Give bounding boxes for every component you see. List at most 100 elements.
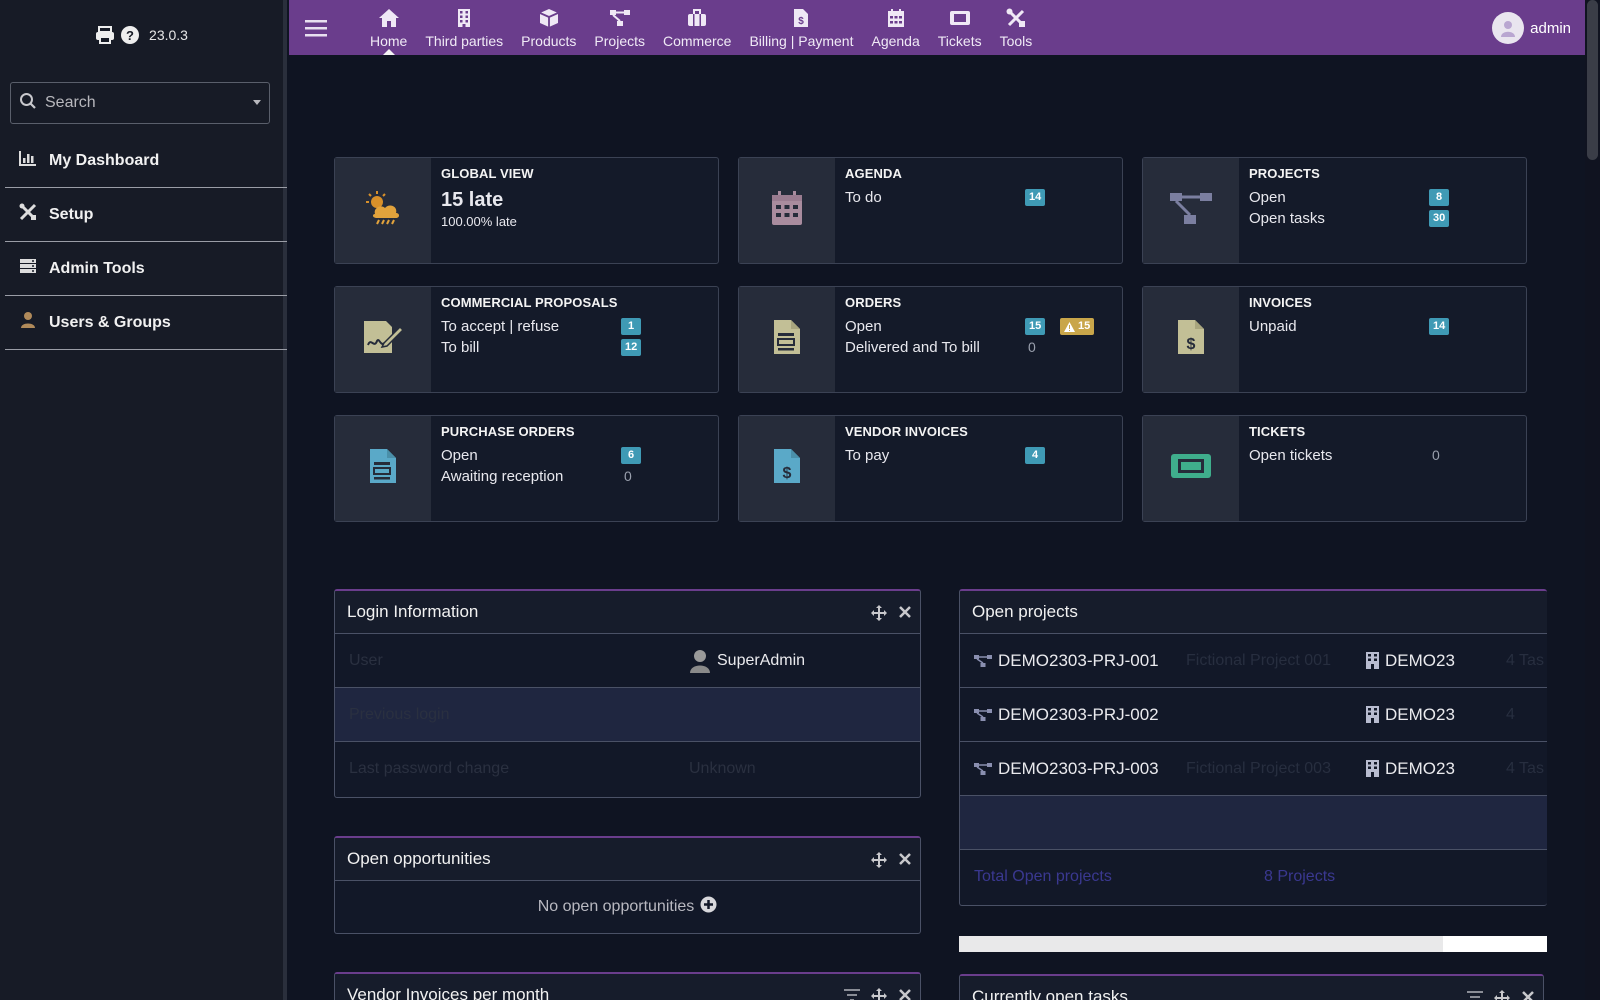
- sidebar-item-setup[interactable]: Setup: [5, 188, 287, 242]
- search-select[interactable]: [10, 82, 270, 124]
- company-name[interactable]: DEMO23: [1385, 759, 1455, 779]
- sidebar-item-my-dashboard[interactable]: My Dashboard: [5, 134, 287, 188]
- box-commercial-proposals[interactable]: COMMERCIAL PROPOSALS To accept | refuse …: [334, 286, 719, 393]
- count-badge[interactable]: 14: [1429, 318, 1450, 335]
- company-link[interactable]: DEMO23: [1366, 705, 1506, 725]
- late-count[interactable]: 15 late: [441, 189, 708, 212]
- box-agenda[interactable]: AGENDA To do 14: [738, 157, 1123, 264]
- project-ref-link[interactable]: DEMO2303-PRJ-002: [974, 705, 1186, 725]
- project-ref[interactable]: DEMO2303-PRJ-002: [998, 705, 1159, 725]
- add-opportunity-icon[interactable]: [700, 896, 717, 918]
- count-badge[interactable]: 15: [1025, 318, 1046, 335]
- row-value[interactable]: SuperAdmin: [689, 649, 805, 673]
- hamburger-menu-icon[interactable]: [291, 0, 341, 55]
- count-badge[interactable]: 1: [621, 318, 641, 335]
- box-line-todo[interactable]: To do 14: [845, 189, 1112, 210]
- table-row[interactable]: DEMO2303-PRJ-002 DEMO23 4: [960, 688, 1547, 742]
- box-line-open[interactable]: Open 6: [441, 447, 708, 468]
- nav-tools[interactable]: Tools: [991, 0, 1042, 55]
- company-name[interactable]: DEMO23: [1385, 705, 1455, 725]
- box-tickets[interactable]: TICKETS Open tickets 0: [1142, 415, 1527, 522]
- count-badge[interactable]: 8: [1429, 189, 1449, 206]
- nav-tickets[interactable]: Tickets: [929, 0, 991, 55]
- widget-header[interactable]: Open projects: [960, 591, 1547, 634]
- project-ref-link[interactable]: DEMO2303-PRJ-001: [974, 651, 1186, 671]
- line-label[interactable]: Open: [845, 318, 882, 335]
- line-label[interactable]: Awaiting reception: [441, 468, 563, 485]
- line-label[interactable]: Unpaid: [1249, 318, 1297, 335]
- table-row[interactable]: DEMO2303-PRJ-001 Fictional Project 001 D…: [960, 634, 1547, 688]
- avatar[interactable]: [1492, 12, 1525, 44]
- company-name[interactable]: DEMO23: [1385, 651, 1455, 671]
- chevron-down-icon[interactable]: [253, 100, 261, 105]
- nav-home[interactable]: Home: [361, 0, 416, 55]
- filter-icon[interactable]: [844, 987, 860, 1000]
- nav-projects[interactable]: Projects: [585, 0, 654, 55]
- line-label[interactable]: Open: [441, 447, 478, 464]
- horizontal-scrollbar[interactable]: [959, 936, 1547, 952]
- move-icon[interactable]: [870, 987, 888, 1000]
- box-line-open[interactable]: Open 15 15: [845, 318, 1112, 339]
- widget-header[interactable]: Login Information: [335, 591, 920, 634]
- box-line-open[interactable]: Open 8: [1249, 189, 1516, 210]
- line-label[interactable]: To accept | refuse: [441, 318, 559, 335]
- nav-third-parties[interactable]: Third parties: [416, 0, 512, 55]
- line-label[interactable]: Open: [1249, 189, 1286, 206]
- warning-badge[interactable]: 15: [1060, 318, 1095, 335]
- user-menu[interactable]: admin: [1492, 12, 1571, 44]
- count-badge[interactable]: 4: [1025, 447, 1045, 464]
- widget-header[interactable]: Vendor Invoices per month: [335, 974, 920, 1000]
- nav-billing-payment[interactable]: $ Billing | Payment: [740, 0, 862, 55]
- box-line-unpaid[interactable]: Unpaid 14: [1249, 318, 1516, 339]
- box-line-delivered[interactable]: Delivered and To bill 0: [845, 339, 1112, 360]
- move-icon[interactable]: [870, 604, 888, 627]
- box-line-to-pay[interactable]: To pay 4: [845, 447, 1112, 468]
- move-icon[interactable]: [870, 851, 888, 874]
- count-badge[interactable]: 12: [621, 339, 642, 356]
- box-line-to-accept[interactable]: To accept | refuse 1: [441, 318, 708, 339]
- box-line-open-tasks[interactable]: Open tasks 30: [1249, 210, 1516, 231]
- box-vendor-invoices[interactable]: $ VENDOR INVOICES To pay 4: [738, 415, 1123, 522]
- scrollbar-thumb[interactable]: [1587, 0, 1598, 160]
- box-global-view[interactable]: GLOBAL VIEW 15 late 100.00% late: [334, 157, 719, 264]
- box-line-open-tickets[interactable]: Open tickets 0: [1249, 447, 1516, 468]
- line-label[interactable]: Delivered and To bill: [845, 339, 980, 356]
- vertical-scrollbar[interactable]: [1585, 0, 1600, 1000]
- project-ref[interactable]: DEMO2303-PRJ-001: [998, 651, 1159, 671]
- box-projects[interactable]: PROJECTS Open 8 Open tasks 30: [1142, 157, 1527, 264]
- help-icon[interactable]: ?: [121, 26, 140, 44]
- scrollbar-thumb[interactable]: [959, 936, 1443, 952]
- box-orders[interactable]: ORDERS Open 15 15 Delivered and To bill …: [738, 286, 1123, 393]
- box-purchase-orders[interactable]: PURCHASE ORDERS Open 6 Awaiting receptio…: [334, 415, 719, 522]
- sidebar-item-users-groups[interactable]: Users & Groups: [5, 296, 287, 350]
- widget-header[interactable]: Open opportunities: [335, 838, 920, 881]
- close-icon[interactable]: [898, 987, 912, 1000]
- line-label[interactable]: To bill: [441, 339, 479, 356]
- nav-products[interactable]: Products: [512, 0, 585, 55]
- company-link[interactable]: DEMO23: [1366, 651, 1506, 671]
- count-badge[interactable]: 6: [621, 447, 641, 464]
- project-ref-link[interactable]: DEMO2303-PRJ-003: [974, 759, 1186, 779]
- user-name-value[interactable]: SuperAdmin: [717, 652, 805, 670]
- search-input[interactable]: [45, 94, 235, 112]
- table-row[interactable]: DEMO2303-PRJ-003 Fictional Project 003 D…: [960, 742, 1547, 796]
- move-icon[interactable]: [1493, 989, 1511, 1000]
- box-line-to-bill[interactable]: To bill 12: [441, 339, 708, 360]
- box-line-awaiting[interactable]: Awaiting reception 0: [441, 468, 708, 489]
- close-icon[interactable]: [898, 604, 912, 627]
- filter-icon[interactable]: [1467, 989, 1483, 1000]
- line-label[interactable]: To pay: [845, 447, 889, 464]
- widget-header[interactable]: Currently open tasks: [960, 976, 1543, 1000]
- line-label[interactable]: Open tickets: [1249, 447, 1332, 464]
- sidebar-item-admin-tools[interactable]: Admin Tools: [5, 242, 287, 296]
- user-name[interactable]: admin: [1530, 20, 1571, 37]
- count-badge[interactable]: 30: [1429, 210, 1450, 227]
- project-ref[interactable]: DEMO2303-PRJ-003: [998, 759, 1159, 779]
- nav-commerce[interactable]: Commerce: [654, 0, 740, 55]
- count-badge[interactable]: 14: [1025, 189, 1046, 206]
- box-invoices[interactable]: $ INVOICES Unpaid 14: [1142, 286, 1527, 393]
- line-label[interactable]: To do: [845, 189, 882, 206]
- close-icon[interactable]: [1521, 989, 1535, 1000]
- line-label[interactable]: Open tasks: [1249, 210, 1325, 227]
- company-link[interactable]: DEMO23: [1366, 759, 1506, 779]
